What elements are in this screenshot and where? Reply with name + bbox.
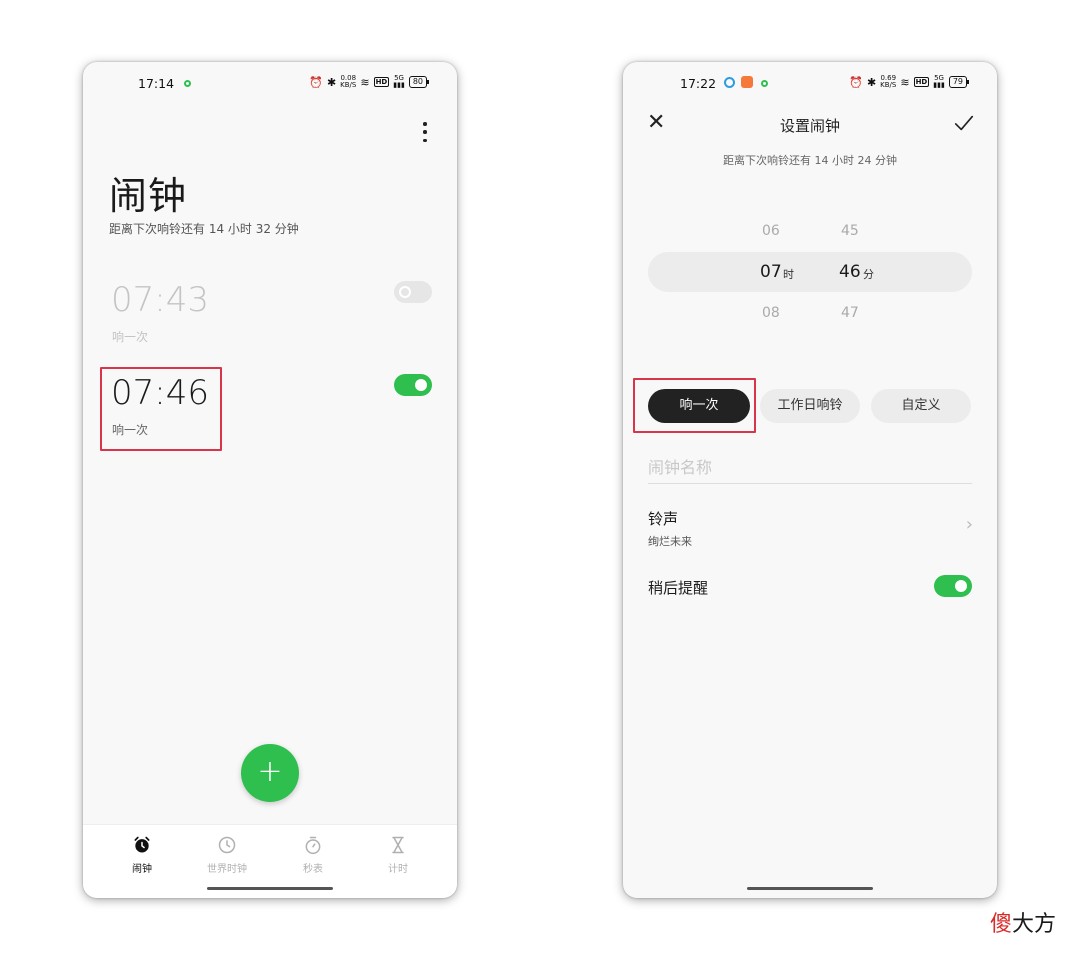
tab-stopwatch[interactable]: 秒表 — [273, 835, 353, 875]
confirm-check-icon[interactable] — [953, 112, 975, 134]
repeat-workday-button[interactable]: 工作日响铃 — [760, 389, 860, 423]
highlight-box — [100, 367, 222, 451]
hour-selected[interactable]: 07 — [760, 262, 782, 282]
home-indicator — [747, 887, 873, 890]
status-bar: 17:14 ⏰ ✱ 0.08 KB/S ≋ HD 5G ▮▮▮ 80 — [83, 62, 457, 106]
tab-alarm[interactable]: 闹钟 — [102, 835, 182, 875]
repeat-custom-button[interactable]: 自定义 — [871, 389, 971, 423]
hour-option[interactable]: 06 — [762, 223, 780, 239]
time-picker-selection-band — [648, 252, 972, 292]
next-alarm-info: 距离下次响铃还有 14 小时 32 分钟 — [109, 222, 299, 236]
hourglass-icon — [358, 835, 438, 857]
battery-icon: 79 — [948, 76, 970, 88]
hour-option[interactable]: 08 — [762, 305, 780, 321]
world-clock-icon — [187, 835, 267, 857]
watermark: 傻大方 — [990, 912, 1057, 937]
page-title: 闹钟 — [109, 174, 188, 218]
hd-icon: HD — [373, 77, 390, 87]
snooze-toggle[interactable] — [934, 575, 972, 597]
ringtone-label: 铃声 — [648, 510, 679, 528]
minute-unit: 分 — [863, 268, 874, 281]
home-indicator — [207, 887, 333, 890]
app-notification-icon — [184, 80, 191, 87]
status-bar: 17:22 ⏰ ✱ 0.69 KB/S ≋ HD 5G ▮▮▮ 79 — [623, 62, 997, 106]
set-alarm-screen: 17:22 ⏰ ✱ 0.69 KB/S ≋ HD 5G ▮▮▮ 79 ✕ 设置闹钟 … — [623, 62, 997, 898]
minute-option[interactable]: 47 — [841, 305, 859, 321]
alarm-repeat: 响一次 — [112, 330, 149, 344]
minute-option[interactable]: 45 — [841, 223, 859, 239]
status-icons: ⏰ ✱ 0.69 KB/S ≋ HD 5G ▮▮▮ 79 — [849, 74, 970, 89]
wifi-icon: ≋ — [360, 75, 370, 89]
alarm-clock-icon — [102, 835, 182, 857]
status-icons: ⏰ ✱ 0.08 KB/S ≋ HD 5G ▮▮▮ 80 — [309, 74, 430, 89]
status-time: 17:14 — [138, 76, 175, 91]
bluetooth-icon: ✱ — [326, 75, 337, 89]
minute-selected[interactable]: 46 — [839, 262, 861, 282]
network-speed: 0.69 KB/S — [880, 74, 897, 89]
bluetooth-icon: ✱ — [866, 75, 877, 89]
alarm-name-input[interactable] — [648, 452, 972, 484]
chevron-right-icon: › — [965, 514, 973, 535]
more-options-icon[interactable] — [421, 122, 429, 142]
alarm-status-icon: ⏰ — [849, 75, 863, 89]
add-alarm-button[interactable]: + — [241, 744, 299, 802]
tab-timer[interactable]: 计时 — [358, 835, 438, 875]
next-alarm-info: 距离下次响铃还有 14 小时 24 分钟 — [723, 154, 897, 167]
app-notification-icon — [741, 76, 753, 88]
alarm-item[interactable]: 07:43 响一次 — [83, 280, 457, 370]
highlight-box — [633, 378, 756, 433]
signal-icon: 5G ▮▮▮ — [393, 74, 405, 89]
alarm-toggle[interactable] — [394, 374, 432, 396]
alarm-toggle[interactable] — [394, 281, 432, 303]
page-title: 设置闹钟 — [779, 117, 840, 135]
snooze-label: 稍后提醒 — [648, 579, 709, 597]
tab-world-clock[interactable]: 世界时钟 — [187, 835, 267, 875]
wifi-icon: ≋ — [900, 75, 910, 89]
status-time: 17:22 — [680, 76, 717, 91]
signal-icon: 5G ▮▮▮ — [933, 74, 945, 89]
app-notification-icon — [761, 80, 768, 87]
alarm-list-screen: 17:14 ⏰ ✱ 0.08 KB/S ≋ HD 5G ▮▮▮ 80 闹钟 距离下次… — [83, 62, 457, 898]
alarm-status-icon: ⏰ — [309, 75, 323, 89]
hour-unit: 时 — [783, 268, 794, 281]
stopwatch-icon — [273, 835, 353, 857]
hd-icon: HD — [913, 77, 930, 87]
network-speed: 0.08 KB/S — [340, 74, 357, 89]
alarm-time: 07:43 — [111, 280, 209, 320]
battery-icon: 80 — [408, 76, 430, 88]
app-notification-icon — [724, 77, 735, 88]
ringtone-value: 绚烂未来 — [648, 535, 692, 548]
